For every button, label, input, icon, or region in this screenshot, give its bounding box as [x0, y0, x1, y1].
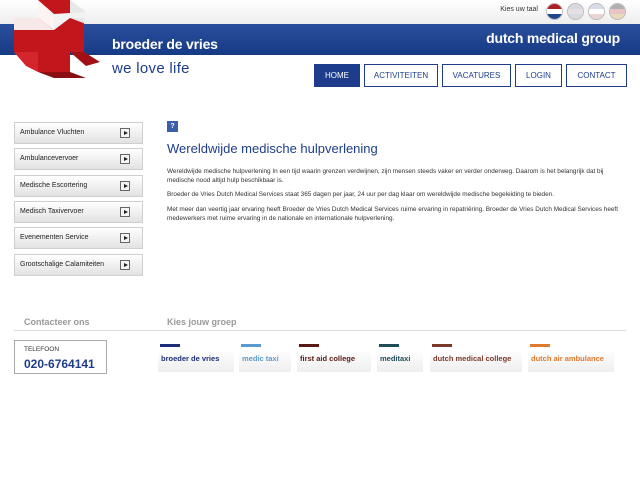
sidebar-item-label: Medisch Taxivervoer	[20, 208, 84, 215]
german-flag-icon[interactable]	[609, 3, 626, 20]
group-color-bar	[241, 344, 261, 347]
sidebar-item-label: Evenementen Service	[20, 234, 89, 241]
sidebar-item-label: Ambulance Vluchten	[20, 129, 85, 136]
group-color-bar	[432, 344, 452, 347]
group-link-label: dutch air ambulance	[531, 354, 604, 363]
group-color-bar	[530, 344, 550, 347]
sidebar-item-label: Medische Escortering	[20, 182, 88, 189]
group-color-bar	[379, 344, 399, 347]
group-link-label: dutch medical college	[433, 354, 512, 363]
sidebar-item-ambulancevervoer[interactable]: Ambulancevervoer	[14, 148, 143, 170]
page: Kies uw taal broeder de vries dutch medi…	[0, 0, 640, 480]
sidebar-item-medische-escortering[interactable]: Medische Escortering	[14, 175, 143, 197]
language-label: Kies uw taal	[500, 6, 538, 13]
nav-vacatures[interactable]: VACATURES	[442, 64, 511, 87]
sidebar-item-label: Grootschalige Calamiteiten	[20, 261, 105, 268]
group-name: dutch medical group	[486, 30, 620, 46]
footer-divider	[14, 330, 626, 331]
phone-number[interactable]: 020-6764141	[24, 357, 95, 371]
cross-logo[interactable]	[14, 0, 104, 78]
phone-label: TELEFOON	[24, 346, 60, 353]
nav-activiteiten[interactable]: ACTIVITEITEN	[364, 64, 438, 87]
sidebar-item-medisch-taxivervoer[interactable]: Medisch Taxivervoer	[14, 201, 143, 223]
group-color-bar	[299, 344, 319, 347]
page-title: Wereldwijde medische hulpverlening	[167, 141, 378, 156]
arrow-right-icon	[120, 181, 130, 191]
availability-paragraph: Broeder de Vries Dutch Medical Services …	[167, 191, 554, 198]
group-link-label: broeder de vries	[161, 354, 220, 363]
nav-home[interactable]: HOME	[314, 64, 360, 87]
nav-login[interactable]: LOGIN	[515, 64, 562, 87]
tagline: we love life	[112, 60, 190, 77]
group-link-label: medic taxi	[242, 354, 279, 363]
sidebar-item-evenementen-service[interactable]: Evenementen Service	[14, 227, 143, 249]
arrow-right-icon	[120, 128, 130, 138]
help-icon[interactable]: ?	[167, 121, 178, 132]
contact-heading: Contacteer ons	[24, 317, 90, 327]
nederlands-flag-icon[interactable]	[546, 3, 563, 20]
intro-paragraph: Wereldwijde medische hulpverlening In ee…	[167, 168, 604, 185]
french-flag-icon[interactable]	[588, 3, 605, 20]
brand-name[interactable]: broeder de vries	[112, 36, 218, 52]
group-link-label: meditaxi	[380, 354, 411, 363]
sidebar-item-grootschalige-calamiteiten[interactable]: Grootschalige Calamiteiten	[14, 254, 143, 276]
group-link-label: first aid college	[300, 354, 356, 363]
sidebar-item-label: Ambulancevervoer	[20, 155, 79, 162]
nav-contact[interactable]: CONTACT	[566, 64, 627, 87]
sidebar-item-ambulance-vluchten[interactable]: Ambulance Vluchten	[14, 122, 143, 144]
phone-box: TELEFOON 020-6764141	[14, 340, 107, 374]
english-flag-icon[interactable]	[567, 3, 584, 20]
group-heading: Kies jouw groep	[167, 317, 237, 327]
arrow-right-icon	[120, 233, 130, 243]
arrow-right-icon	[120, 154, 130, 164]
arrow-right-icon	[120, 260, 130, 270]
experience-paragraph: Met meer dan veertig jaar ervaring heeft…	[167, 206, 618, 223]
arrow-right-icon	[120, 207, 130, 217]
group-color-bar	[160, 344, 180, 347]
